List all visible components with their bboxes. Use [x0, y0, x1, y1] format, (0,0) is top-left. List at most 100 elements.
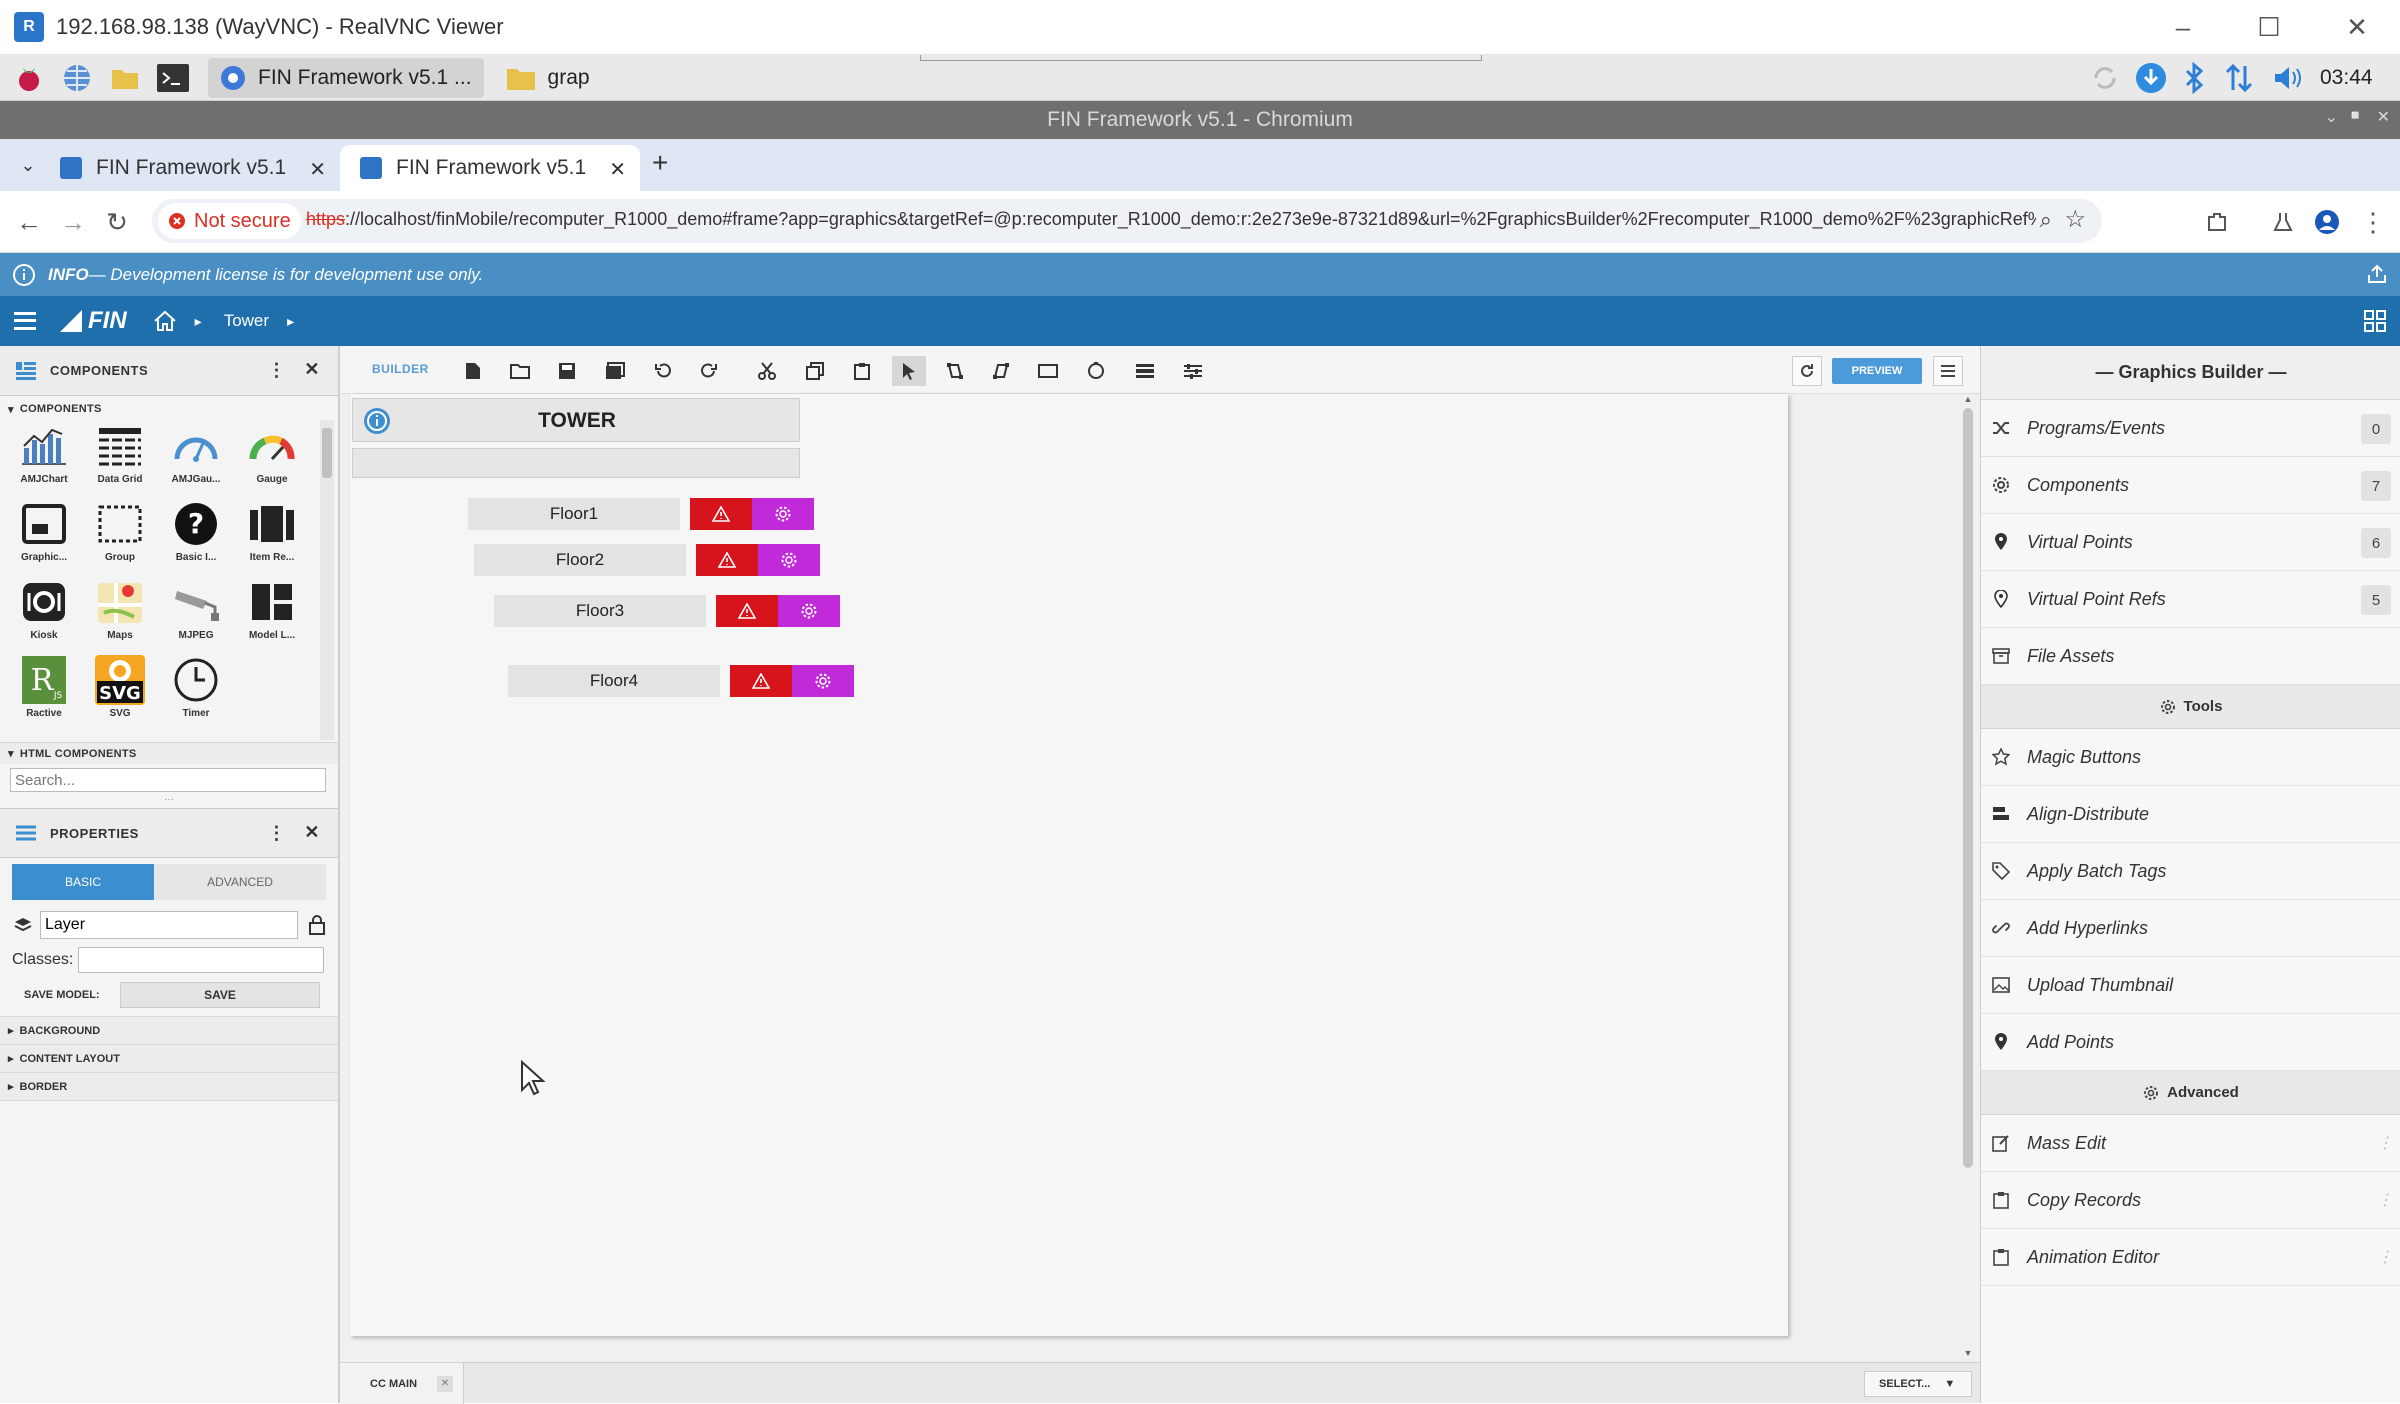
- upload-thumbnail-item[interactable]: Upload Thumbnail: [1981, 957, 2400, 1014]
- ellipse-icon[interactable]: [1081, 356, 1111, 386]
- hamburger-menu-icon[interactable]: [14, 312, 36, 330]
- component-kiosk[interactable]: Kiosk: [6, 576, 82, 648]
- close-tab-icon[interactable]: ✕: [609, 157, 626, 182]
- volume-icon[interactable]: [2272, 63, 2304, 93]
- bookmark-star-icon[interactable]: ☆: [2064, 205, 2086, 234]
- add-points-item[interactable]: Add Points: [1981, 1014, 2400, 1071]
- component-amjchart[interactable]: AMJChart: [6, 420, 82, 492]
- scroll-up-icon[interactable]: ▲: [1958, 394, 1978, 404]
- floor-1-alarm-button[interactable]: [690, 498, 752, 530]
- tower-subheader[interactable]: [352, 448, 800, 478]
- floor-2-label[interactable]: Floor2: [474, 544, 686, 576]
- terminal-icon[interactable]: [154, 59, 192, 97]
- image-library-icon[interactable]: [600, 356, 630, 386]
- component-timer[interactable]: Timer: [158, 654, 234, 726]
- rectangle-icon[interactable]: [1033, 356, 1063, 386]
- component-model-layout[interactable]: Model L...: [234, 576, 310, 648]
- classes-input[interactable]: [78, 947, 324, 973]
- panel-close-icon[interactable]: ✕: [304, 359, 320, 380]
- components-item[interactable]: Components 7: [1981, 457, 2400, 514]
- security-chip[interactable]: Not secure: [158, 203, 301, 239]
- omnibox[interactable]: Not secure https://localhost/finMobile/r…: [152, 199, 2102, 243]
- cut-icon[interactable]: [752, 356, 782, 386]
- web-browser-icon[interactable]: [58, 59, 96, 97]
- component-ractive[interactable]: R JS Ractive: [6, 654, 82, 726]
- taskbar-window-folder[interactable]: grap: [494, 58, 602, 98]
- chrome-maximize-icon[interactable]: ◽: [2347, 107, 2364, 124]
- app-grid-icon[interactable]: [2364, 310, 2386, 332]
- transform-icon[interactable]: [940, 356, 970, 386]
- border-section[interactable]: ▸ BORDER: [0, 1073, 338, 1101]
- component-search-input[interactable]: [10, 768, 326, 792]
- floor-2-settings-button[interactable]: [758, 544, 820, 576]
- mass-edit-item[interactable]: Mass Edit ⋮: [1981, 1115, 2400, 1172]
- extensions-icon[interactable]: [2200, 205, 2234, 239]
- reload-icon[interactable]: ↻: [100, 205, 134, 239]
- canvas-vertical-scrollbar[interactable]: ▲ ▼: [1958, 394, 1978, 1360]
- builder-menu-icon[interactable]: [1933, 356, 1963, 386]
- component-item-repeater[interactable]: Item Re...: [234, 498, 310, 570]
- preview-button[interactable]: PREVIEW: [1832, 358, 1922, 384]
- adjust-sliders-icon[interactable]: [1178, 356, 1208, 386]
- animation-editor-item[interactable]: Animation Editor ⋮: [1981, 1229, 2400, 1286]
- html-components-section[interactable]: ▾ HTML COMPONENTS: [0, 742, 338, 764]
- component-mjpeg[interactable]: MJPEG: [158, 576, 234, 648]
- layer-name-input[interactable]: [40, 911, 298, 939]
- file-manager-icon[interactable]: [106, 59, 144, 97]
- scrollbar-thumb[interactable]: [322, 428, 332, 478]
- component-amjgauge[interactable]: AMJGau...: [158, 420, 234, 492]
- component-gauge[interactable]: Gauge: [234, 420, 310, 492]
- magic-buttons-item[interactable]: Magic Buttons: [1981, 729, 2400, 786]
- floor-2-alarm-button[interactable]: [696, 544, 758, 576]
- back-icon[interactable]: ←: [12, 205, 46, 239]
- drag-handle-icon[interactable]: ⋮: [2377, 1133, 2393, 1153]
- component-data-grid[interactable]: Data Grid: [82, 420, 158, 492]
- scrollbar-thumb[interactable]: [1963, 408, 1973, 1168]
- components-section[interactable]: ▾ COMPONENTS: [0, 398, 338, 420]
- save-icon[interactable]: [552, 356, 582, 386]
- tab-fin-2[interactable]: FIN Framework v5.1 ✕: [340, 145, 640, 191]
- labs-flask-icon[interactable]: [2266, 205, 2300, 239]
- file-assets-item[interactable]: File Assets: [1981, 628, 2400, 685]
- component-graphic[interactable]: Graphic...: [6, 498, 82, 570]
- tab-search-icon[interactable]: ⌄: [14, 151, 42, 179]
- tab-advanced[interactable]: ADVANCED: [154, 864, 326, 900]
- skew-icon[interactable]: [986, 356, 1016, 386]
- select-pointer-icon[interactable]: [892, 356, 926, 386]
- floor-4-label[interactable]: Floor4: [508, 665, 720, 697]
- lock-icon[interactable]: [308, 915, 326, 935]
- background-section[interactable]: ▸ BACKGROUND: [0, 1017, 338, 1045]
- component-group[interactable]: Group: [82, 498, 158, 570]
- component-maps[interactable]: Maps: [82, 576, 158, 648]
- component-svg[interactable]: SVG SVG: [82, 654, 158, 726]
- select-dropdown[interactable]: SELECT... ▼: [1864, 1371, 1972, 1397]
- components-scrollbar[interactable]: [320, 420, 334, 740]
- network-icon[interactable]: [2224, 62, 2254, 94]
- floor-3-label[interactable]: Floor3: [494, 595, 706, 627]
- content-layout-section[interactable]: ▸ CONTENT LAYOUT: [0, 1045, 338, 1073]
- new-tab-icon[interactable]: +: [652, 147, 668, 179]
- raspberry-menu-icon[interactable]: [10, 59, 48, 97]
- copy-records-item[interactable]: Copy Records ⋮: [1981, 1172, 2400, 1229]
- close-tab-icon[interactable]: ✕: [309, 157, 326, 182]
- refresh-icon[interactable]: [1792, 356, 1822, 386]
- fin-logo[interactable]: FIN: [58, 307, 127, 335]
- align-distribute-item[interactable]: Align-Distribute: [1981, 786, 2400, 843]
- floor-4-settings-button[interactable]: [792, 665, 854, 697]
- programs-events-item[interactable]: Programs/Events 0: [1981, 400, 2400, 457]
- chrome-minimize-icon[interactable]: ⌄: [2325, 107, 2338, 127]
- forward-icon[interactable]: →: [56, 205, 90, 239]
- copy-icon[interactable]: [800, 356, 830, 386]
- virtual-point-refs-item[interactable]: Virtual Point Refs 5: [1981, 571, 2400, 628]
- open-folder-icon[interactable]: [505, 356, 535, 386]
- add-hyperlinks-item[interactable]: Add Hyperlinks: [1981, 900, 2400, 957]
- tab-fin-1[interactable]: FIN Framework v5.1 ✕: [40, 145, 340, 191]
- virtual-points-item[interactable]: Virtual Points 6: [1981, 514, 2400, 571]
- close-tab-icon[interactable]: ✕: [437, 1375, 454, 1392]
- paste-icon[interactable]: [847, 356, 877, 386]
- apply-batch-tags-item[interactable]: Apply Batch Tags: [1981, 843, 2400, 900]
- floor-1-settings-button[interactable]: [752, 498, 814, 530]
- floor-3-alarm-button[interactable]: [716, 595, 778, 627]
- tab-cc-main[interactable]: CC MAIN ✕: [340, 1363, 464, 1404]
- sync-icon[interactable]: [2090, 63, 2120, 93]
